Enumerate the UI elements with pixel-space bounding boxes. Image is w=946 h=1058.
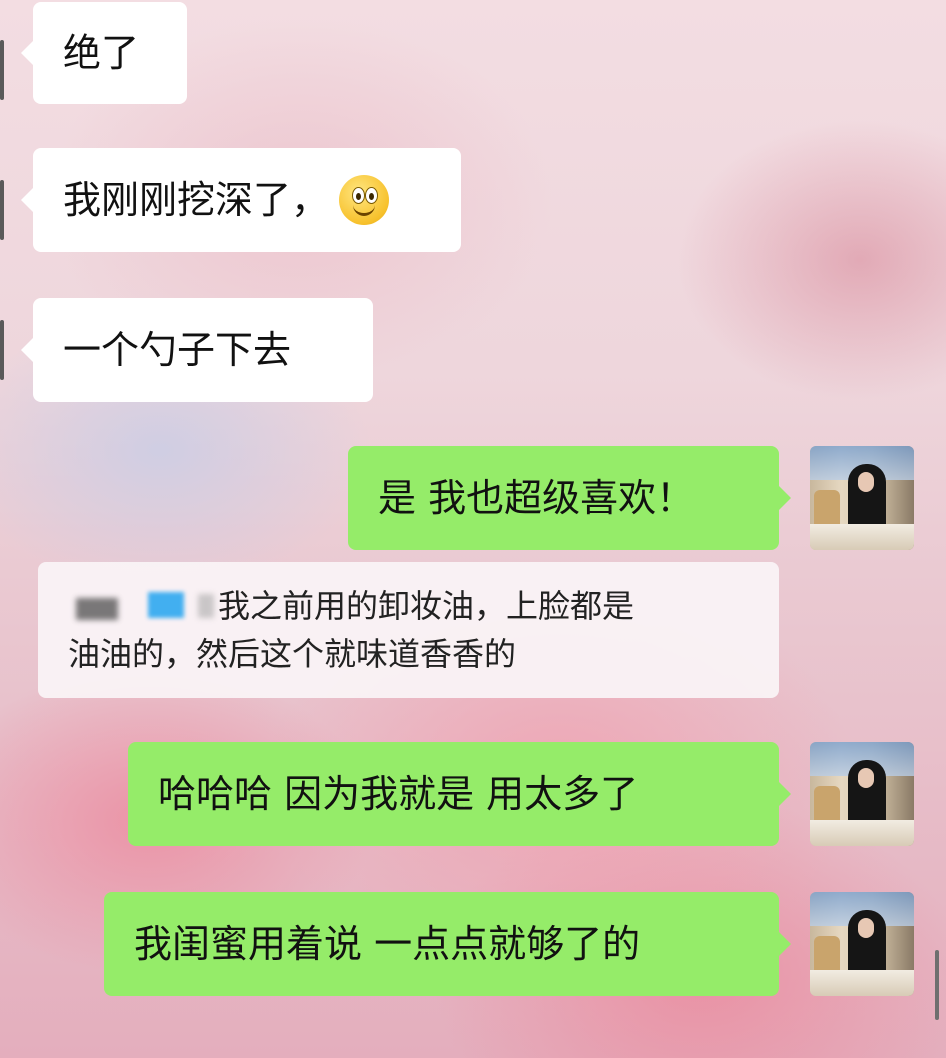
message-text: 我闺蜜用着说 一点点就够了的 (134, 922, 641, 966)
message-bubble[interactable]: 哈哈哈 因为我就是 用太多了 (128, 742, 791, 846)
quoted-message[interactable]: 我之前用的卸妆油，上脸都是 油油的，然后这个就味道香香的 (38, 562, 779, 698)
user-avatar[interactable] (810, 446, 914, 550)
message-text: 哈哈哈 因为我就是 用太多了 (158, 772, 639, 816)
scrollbar[interactable] (935, 950, 939, 1020)
message-bubble[interactable]: 一个勺子下去 (21, 298, 373, 402)
message-bubble[interactable]: 是 我也超级喜欢！ (348, 446, 791, 550)
quote-line-2: 油油的，然后这个就味道香香的 (68, 635, 517, 673)
avatar-edge-1 (0, 40, 4, 100)
user-avatar[interactable] (810, 742, 914, 846)
avatar-edge-3 (0, 320, 4, 380)
message-text: 是 我也超级喜欢！ (378, 476, 695, 520)
smiley-emoji-icon (339, 175, 390, 225)
message-bubble[interactable]: 绝了 (21, 2, 187, 104)
avatar-edge-2 (0, 180, 4, 240)
quote-line-1: 我之前用的卸妆油，上脸都是 (218, 587, 635, 625)
message-text: 绝了 (63, 31, 140, 75)
user-avatar[interactable] (810, 892, 914, 996)
message-text: 我刚刚挖深了， (63, 178, 330, 222)
message-text: 一个勺子下去 (63, 328, 292, 372)
quoted-sender-name-blurred (68, 582, 218, 622)
message-bubble[interactable]: 我刚刚挖深了， (21, 148, 461, 252)
message-bubble[interactable]: 我闺蜜用着说 一点点就够了的 (104, 892, 791, 996)
